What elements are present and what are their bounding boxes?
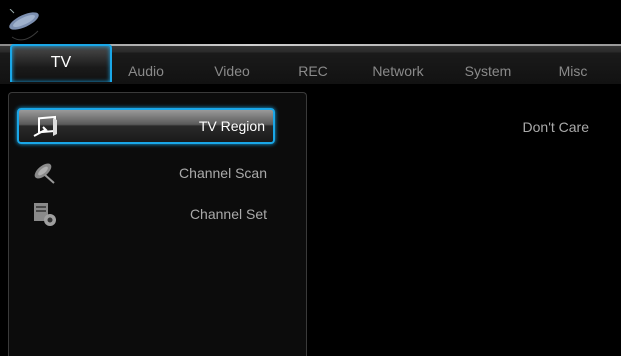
tv-region-value[interactable]: Don't Care	[523, 119, 589, 135]
menu-item-label: Channel Scan	[179, 165, 267, 181]
tab-tv[interactable]: TV	[10, 44, 112, 82]
menu-item-label: Channel Set	[189, 206, 267, 222]
satellite-logo-icon	[9, 9, 39, 41]
tab-rec[interactable]: REC	[288, 54, 338, 84]
tab-system[interactable]: System	[452, 54, 524, 84]
menu-item-channel-set[interactable]: Channel Set	[17, 196, 275, 232]
satellite-dish-icon	[34, 163, 55, 184]
tab-network[interactable]: Network	[362, 54, 434, 84]
tab-video[interactable]: Video	[200, 54, 264, 84]
tab-misc[interactable]: Misc	[545, 54, 601, 84]
settings-menu-panel: TV Region Channel Scan Channel Set	[8, 92, 307, 356]
tab-audio[interactable]: Audio	[118, 54, 174, 84]
channel-set-gear-icon	[34, 203, 56, 226]
menu-item-channel-scan[interactable]: Channel Scan	[17, 155, 275, 191]
tv-region-icon	[33, 115, 57, 137]
menu-item-label: TV Region	[198, 118, 265, 134]
menu-item-tv-region[interactable]: TV Region	[17, 108, 275, 144]
settings-tabs: TV Audio Video REC Network System Misc	[0, 44, 621, 84]
